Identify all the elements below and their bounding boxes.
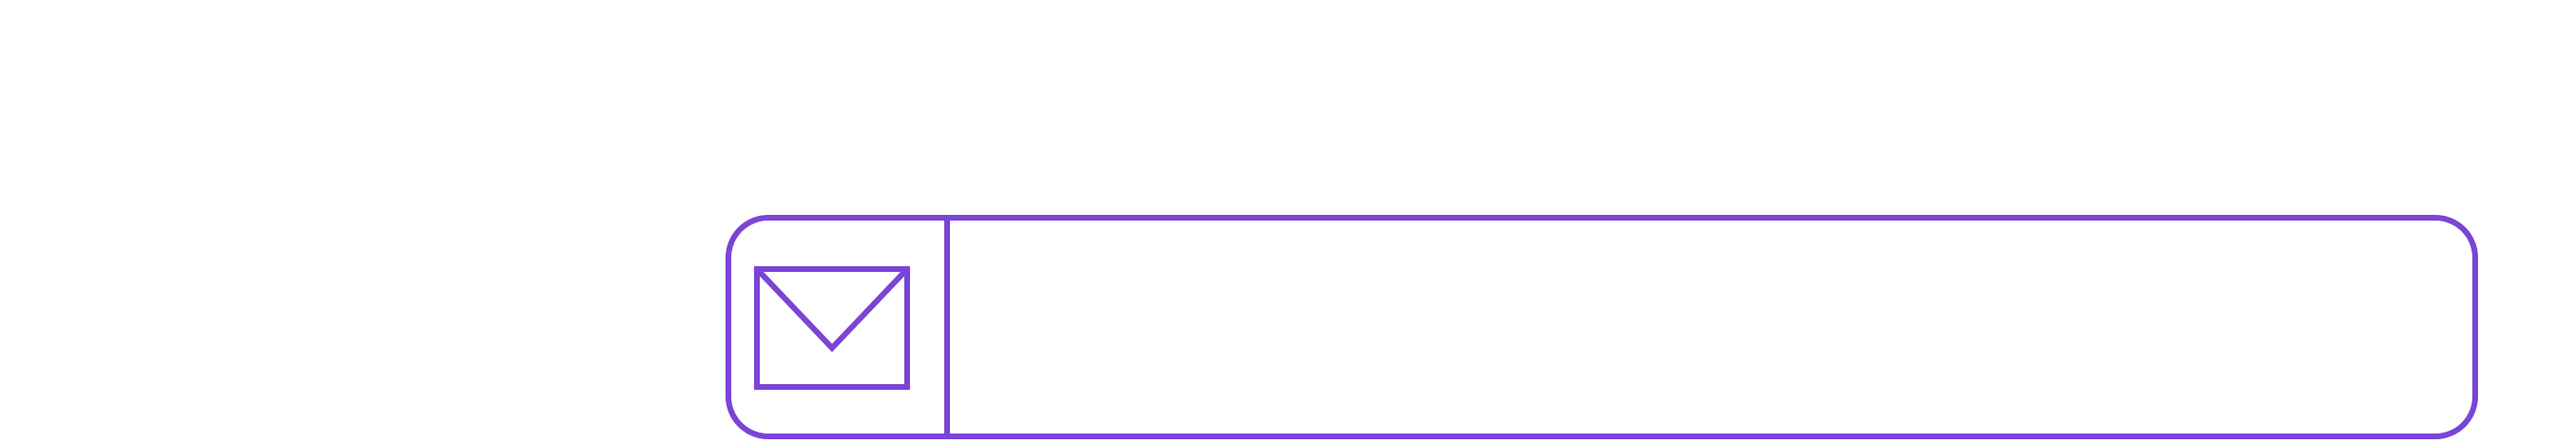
page-canvas xyxy=(0,0,2576,444)
email-input[interactable] xyxy=(950,221,2472,434)
mail-icon xyxy=(754,266,910,390)
email-icon-slot xyxy=(731,221,950,434)
email-field[interactable] xyxy=(726,215,2478,439)
